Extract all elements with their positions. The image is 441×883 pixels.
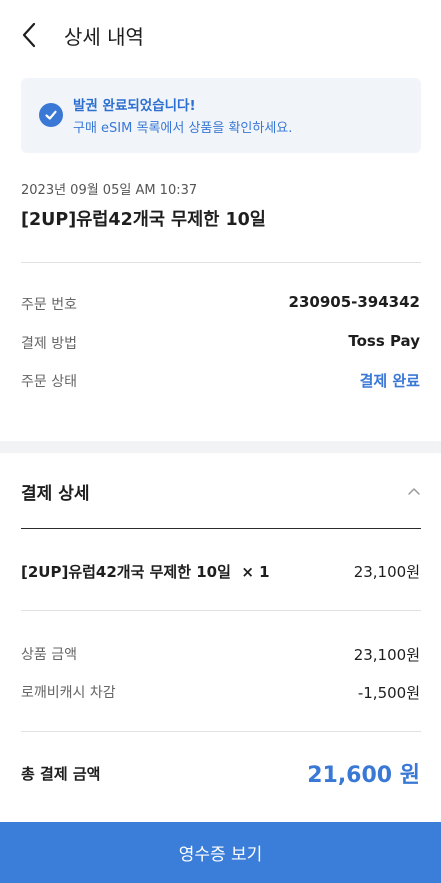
item-price: 23,100원 [353, 563, 420, 581]
order-product-name: [2UP]유럽42개국 무제한 10일 [21, 210, 266, 230]
back-button[interactable] [14, 20, 44, 50]
issue-complete-notice: 발권 완료되었습니다! 구매 eSIM 목록에서 상품을 확인하세요. [21, 78, 421, 153]
total-label: 총 결제 금액 [21, 765, 101, 783]
payment-method-label: 결제 방법 [21, 336, 77, 352]
order-number-label: 주문 번호 [21, 297, 77, 313]
order-datetime: 2023년 09월 05일 AM 10:37 [21, 183, 198, 198]
payment-method-value: Toss Pay [348, 332, 420, 350]
product-amount-label: 상품 금액 [21, 647, 77, 663]
page-title: 상세 내역 [64, 25, 144, 49]
order-number-value: 230905-394342 [288, 293, 420, 311]
view-receipt-button[interactable]: 영수증 보기 [0, 822, 441, 883]
cash-deduction-value: -1,500원 [357, 684, 420, 702]
header: 상세 내역 [0, 0, 441, 70]
item-name-text: [2UP]유럽42개국 무제한 10일 [21, 563, 231, 581]
section-gap [0, 441, 441, 453]
collapse-button[interactable] [402, 481, 426, 501]
divider [21, 731, 421, 732]
notice-title: 발권 완료되었습니다! [73, 98, 196, 114]
order-status-value[interactable]: 결제 완료 [360, 370, 420, 391]
item-name: [2UP]유럽42개국 무제한 10일 × 1 [21, 561, 270, 582]
total-amount: 21,600 원 [307, 763, 420, 788]
order-status-label: 주문 상태 [21, 374, 77, 390]
divider [21, 528, 421, 529]
notice-subtitle: 구매 eSIM 목록에서 상품을 확인하세요. [73, 121, 293, 136]
divider [21, 610, 421, 611]
payment-detail-title: 결제 상세 [21, 484, 90, 504]
chevron-up-icon [408, 488, 420, 495]
divider [21, 262, 421, 263]
item-quantity: × 1 [241, 563, 270, 581]
chevron-left-icon [22, 22, 36, 48]
cash-deduction-label: 로깨비캐시 차감 [21, 685, 116, 701]
product-amount-value: 23,100원 [353, 646, 420, 664]
check-circle-icon [39, 103, 63, 127]
